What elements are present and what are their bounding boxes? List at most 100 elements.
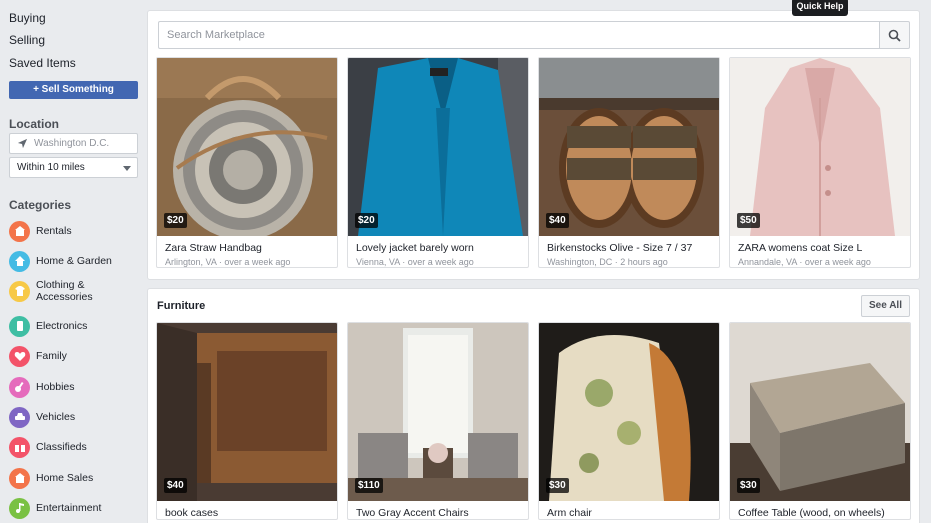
shirt-icon	[9, 280, 30, 302]
category-label: Home & Garden	[36, 255, 112, 267]
blue-jacket-photo	[348, 58, 528, 236]
listing-title[interactable]: Zara Straw Handbag	[157, 236, 337, 254]
category-label: Clothing & Accessories	[36, 279, 93, 303]
category-item[interactable]: Vehicles	[9, 406, 144, 428]
listing-meta: Arlington, VA · over a week ago	[157, 254, 337, 267]
price-badge: $40	[546, 213, 569, 228]
straw-handbag-photo	[157, 58, 337, 236]
meta-separator: ·	[612, 257, 621, 267]
price-badge: $110	[355, 478, 383, 493]
category-label: Electronics	[36, 320, 88, 332]
price-badge: $20	[355, 213, 378, 228]
listing-title[interactable]: Coffee Table (wood, on wheels)	[730, 501, 910, 519]
nav-buying[interactable]: Buying	[9, 11, 46, 25]
listing-card[interactable]: $50 ZARA womens coat Size L Annandale, V…	[729, 57, 911, 268]
category-label: Family	[36, 350, 67, 362]
listing-card[interactable]: $40 Birkenstocks Olive - Size 7 / 37 Was…	[538, 57, 720, 268]
category-item[interactable]: Home Sales	[9, 467, 144, 489]
search-button[interactable]	[879, 21, 910, 49]
birkenstocks-photo	[539, 58, 719, 236]
nav-selling[interactable]: Selling	[9, 33, 45, 47]
category-item[interactable]: Classifieds	[9, 436, 144, 458]
listing-photo: $40	[539, 58, 719, 236]
gray-chairs-photo	[348, 323, 528, 501]
listing-photo: $30	[539, 323, 719, 501]
category-item[interactable]: Rentals	[9, 220, 144, 242]
home-garden-icon	[9, 250, 30, 272]
house-icon	[9, 220, 30, 242]
listing-card[interactable]: $20 Zara Straw Handbag Arlington, VA · o…	[156, 57, 338, 268]
listing-title[interactable]: book cases	[157, 501, 337, 519]
category-item[interactable]: Hobbies	[9, 376, 144, 398]
listing-time: over a week ago	[407, 257, 474, 267]
category-item[interactable]: Home & Garden	[9, 250, 144, 272]
listing-location: Arlington, VA	[165, 257, 217, 267]
category-item[interactable]: Clothing & Accessories	[9, 279, 144, 303]
heart-icon	[9, 345, 30, 367]
listing-meta: Vienna, VA · over a week ago	[348, 254, 528, 267]
location-input[interactable]: Washington D.C.	[9, 133, 138, 154]
house-sale-icon	[9, 467, 30, 489]
radius-select[interactable]: Within 10 miles	[9, 157, 138, 178]
listing-location: Annandale, VA	[738, 257, 797, 267]
furniture-card[interactable]: $110 Two Gray Accent Chairs	[347, 322, 529, 520]
listing-time: over a week ago	[224, 257, 291, 267]
meta-separator: ·	[796, 257, 805, 267]
listing-location: Washington, DC	[547, 257, 613, 267]
gift-icon	[9, 436, 30, 458]
listing-photo: $110	[348, 323, 528, 501]
radius-value: Within 10 miles	[17, 162, 85, 173]
price-badge: $20	[164, 213, 187, 228]
category-label: Classifieds	[36, 441, 87, 453]
listing-time: 2 hours ago	[620, 257, 668, 267]
search-input[interactable]: Search Marketplace	[158, 21, 880, 49]
listing-card[interactable]: $20 Lovely jacket barely worn Vienna, VA…	[347, 57, 529, 268]
listing-title[interactable]: ZARA womens coat Size L	[730, 236, 910, 254]
listing-title[interactable]: Birkenstocks Olive - Size 7 / 37	[539, 236, 719, 254]
listing-location: Vienna, VA	[356, 257, 400, 267]
listing-meta: Annandale, VA · over a week ago	[730, 254, 910, 267]
search-icon	[888, 29, 901, 42]
category-label: Vehicles	[36, 411, 76, 423]
quick-help-tooltip: Quick Help	[792, 0, 848, 16]
listing-photo: $30	[730, 323, 910, 501]
price-badge: $30	[546, 478, 569, 493]
location-heading: Location	[9, 117, 59, 131]
price-badge: $30	[737, 478, 760, 493]
bookcase-photo	[157, 323, 337, 501]
category-item[interactable]: Entertainment	[9, 497, 144, 519]
listing-photo: $20	[348, 58, 528, 236]
guitar-icon	[9, 376, 30, 398]
furniture-card[interactable]: $30 Coffee Table (wood, on wheels)	[729, 322, 911, 520]
listing-title[interactable]: Arm chair	[539, 501, 719, 519]
category-item[interactable]: Family	[9, 345, 144, 367]
listing-time: over a week ago	[804, 257, 871, 267]
categories-heading: Categories	[9, 198, 72, 212]
furniture-card[interactable]: $30 Arm chair	[538, 322, 720, 520]
see-all-button[interactable]: See All	[861, 295, 910, 317]
listing-photo: $40	[157, 323, 337, 501]
listing-photo: $20	[157, 58, 337, 236]
furniture-heading: Furniture	[157, 300, 206, 312]
phone-icon	[9, 315, 30, 337]
location-arrow-icon	[17, 138, 28, 149]
car-icon	[9, 406, 30, 428]
category-label: Home Sales	[36, 472, 94, 484]
nav-saved-items[interactable]: Saved Items	[9, 56, 76, 70]
sidebar: Buying Selling Saved Items + Sell Someth…	[0, 0, 147, 523]
price-badge: $50	[737, 213, 760, 228]
pink-coat-photo	[730, 58, 910, 236]
listing-title[interactable]: Two Gray Accent Chairs	[348, 501, 528, 519]
listing-title[interactable]: Lovely jacket barely worn	[348, 236, 528, 254]
category-label: Rentals	[36, 225, 72, 237]
chevron-down-icon	[123, 166, 131, 171]
listing-meta: Washington, DC · 2 hours ago	[539, 254, 719, 267]
category-label: Entertainment	[36, 502, 102, 514]
arm-chair-photo	[539, 323, 719, 501]
category-item[interactable]: Electronics	[9, 315, 144, 337]
furniture-card[interactable]: $40 book cases	[156, 322, 338, 520]
coffee-table-photo	[730, 323, 910, 501]
music-icon	[9, 497, 30, 519]
sell-something-button[interactable]: + Sell Something	[9, 81, 138, 99]
location-value: Washington D.C.	[34, 138, 110, 149]
